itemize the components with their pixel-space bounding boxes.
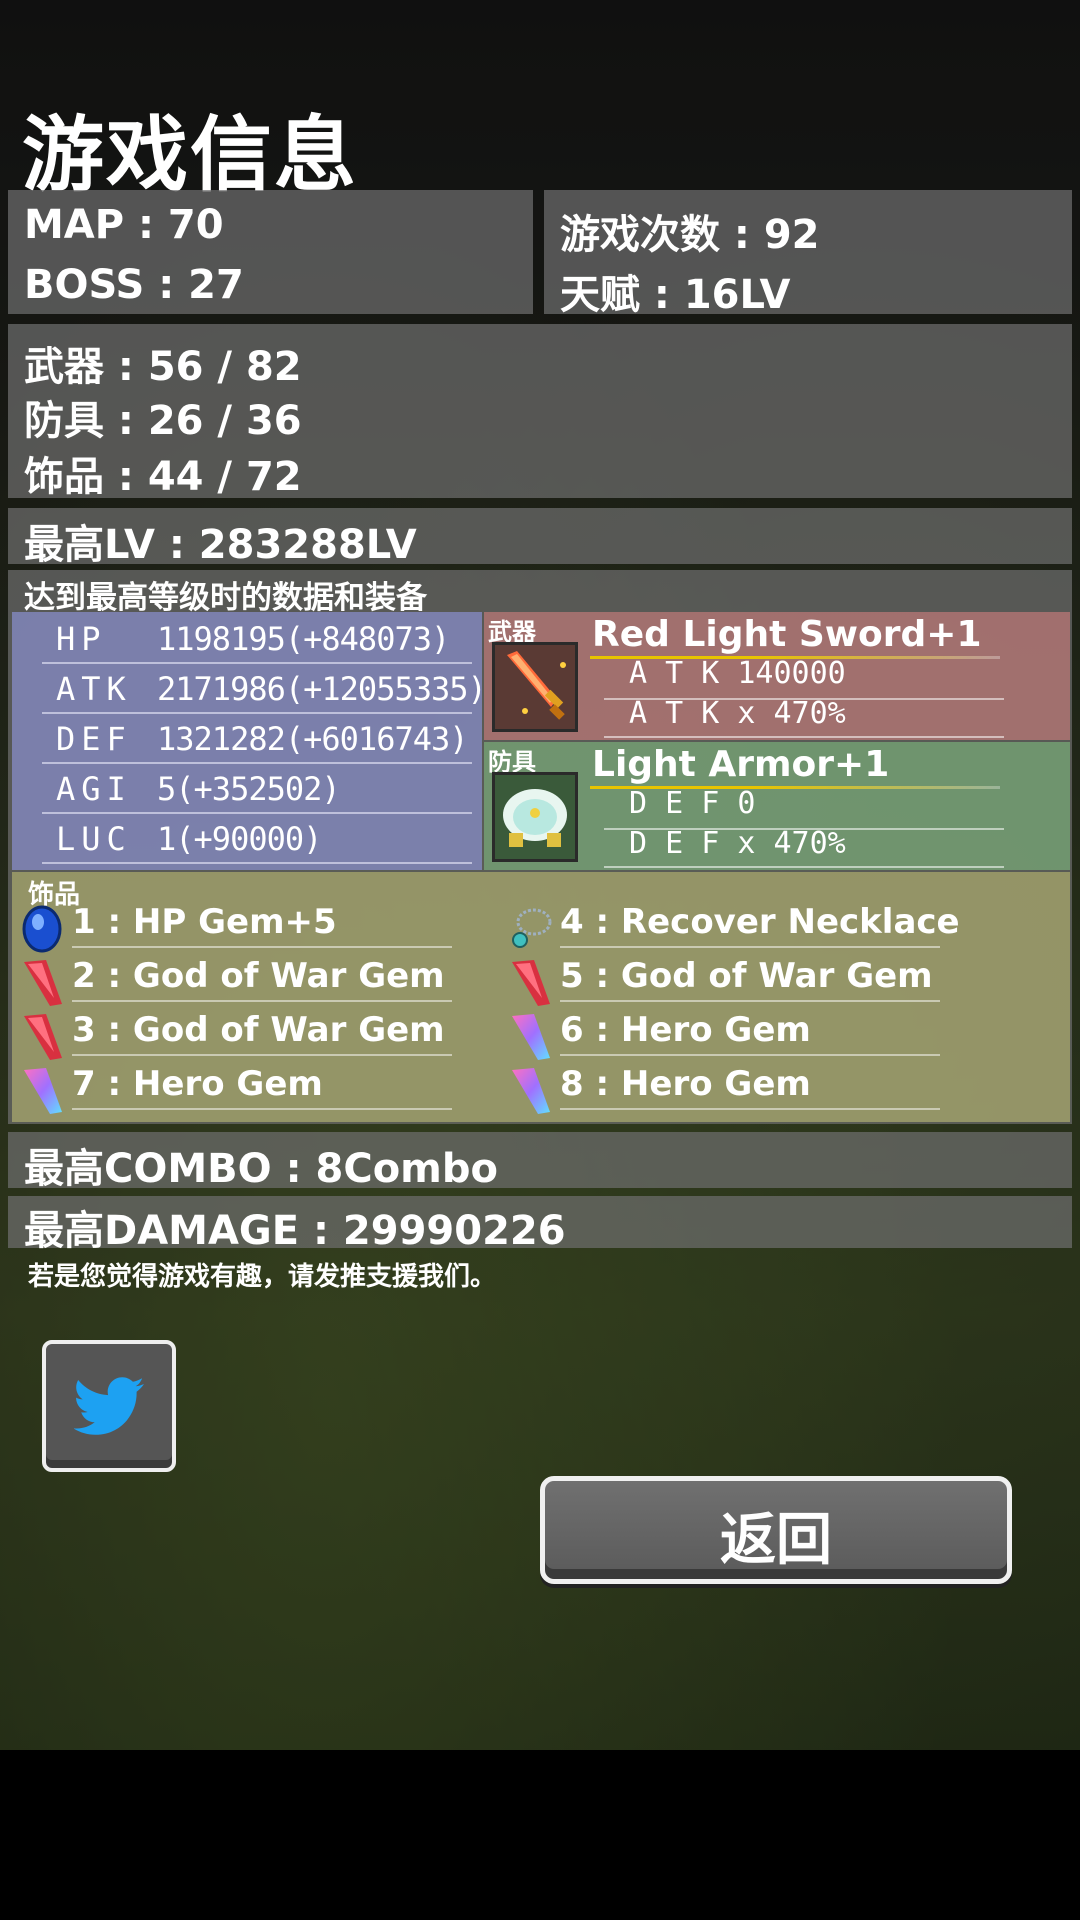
accessory-label: 2 : God of War Gem	[72, 956, 445, 996]
stat-value: 1321282(+6016743)	[157, 720, 469, 758]
accessory-label: 6 : Hero Gem	[560, 1010, 811, 1050]
accessory-label: 1 : HP Gem+5	[72, 902, 337, 942]
stat-value: 1(+90000)	[157, 820, 322, 858]
weapon-atk-multiplier: A T K x 470%	[629, 696, 846, 731]
accessory-label: 8 : Hero Gem	[560, 1064, 811, 1104]
rainbow-crystal-icon	[508, 1066, 552, 1114]
stat-key: LUC	[56, 820, 132, 858]
stat-key: HP	[56, 620, 107, 658]
divider	[560, 1054, 940, 1056]
divider	[72, 1054, 452, 1056]
divider	[560, 946, 940, 948]
stat-value: 1198195(+848073)	[157, 620, 450, 658]
weapon-name: Red Light Sword+1	[592, 614, 982, 655]
accessory-label: 7 : Hero Gem	[72, 1064, 323, 1104]
blue-gem-icon	[20, 904, 64, 953]
armor-def-multiplier: D E F x 470%	[629, 826, 846, 861]
sword-icon	[492, 642, 578, 732]
accessory-label: 3 : God of War Gem	[72, 1010, 445, 1050]
map-stat: MAP : 70	[24, 202, 224, 248]
divider	[604, 736, 1004, 738]
stat-row-luc: LUC 1(+90000)	[42, 818, 472, 864]
stat-row-atk: ATK 2171986(+12055335)	[42, 668, 487, 714]
stat-key: DEF	[56, 720, 132, 758]
armor-icon	[492, 772, 578, 862]
stat-row-def: DEF 1321282(+6016743)	[42, 718, 472, 764]
armor-def: D E F 0	[629, 786, 756, 821]
divider	[560, 1108, 940, 1110]
stat-key: AGI	[56, 770, 132, 808]
red-crystal-icon	[508, 958, 552, 1006]
armor-collected: 防具 : 26 / 36	[24, 398, 302, 444]
best-record-heading: 达到最高等级时的数据和装备	[24, 580, 427, 616]
stat-key: ATK	[56, 670, 132, 708]
weapon-box: 武器 Red Light Sword+1 A T K 140000 A T K …	[484, 612, 1070, 740]
play-count-stat: 游戏次数 : 92	[560, 212, 820, 258]
bottom-letterbox	[0, 1750, 1080, 1920]
rainbow-crystal-icon	[20, 1066, 64, 1114]
rainbow-crystal-icon	[508, 1012, 552, 1060]
weapon-atk: A T K 140000	[629, 656, 846, 691]
accessory-label: 4 : Recover Necklace	[560, 902, 960, 942]
necklace-icon	[508, 904, 552, 952]
max-combo: 最高COMBO : 8Combo	[24, 1146, 498, 1192]
stat-value: 2171986(+12055335)	[157, 670, 487, 708]
stat-row-hp: HP 1198195(+848073)	[42, 618, 472, 664]
red-crystal-icon	[20, 958, 64, 1006]
red-crystal-icon	[20, 1012, 64, 1060]
back-button[interactable]: 返回	[540, 1476, 1012, 1584]
armor-box: 防具 Light Armor+1 D E F 0 D E F x 470%	[484, 742, 1070, 870]
twitter-share-button[interactable]	[42, 1340, 176, 1472]
max-damage: 最高DAMAGE : 29990226	[24, 1208, 566, 1254]
boss-stat: BOSS : 27	[24, 262, 244, 308]
divider	[72, 1000, 452, 1002]
stat-row-agi: AGI 5(+352502)	[42, 768, 472, 814]
divider	[72, 1108, 452, 1110]
divider	[604, 866, 1004, 868]
accessories-collected: 饰品 : 44 / 72	[24, 454, 302, 500]
talent-stat: 天赋 : 16LV	[560, 272, 791, 318]
accessory-label: 5 : God of War Gem	[560, 956, 933, 996]
accessories-box: 饰品 1 : HP Gem+5 2 : God of War Gem 3 : G…	[12, 872, 1070, 1122]
weapons-collected: 武器 : 56 / 82	[24, 344, 302, 390]
divider	[72, 946, 452, 948]
stats-box: HP 1198195(+848073) ATK 2171986(+1205533…	[12, 612, 487, 870]
stat-value: 5(+352502)	[157, 770, 341, 808]
twitter-bird-icon	[73, 1376, 146, 1440]
max-level: 最高LV : 283288LV	[24, 522, 417, 568]
back-button-label: 返回	[720, 1508, 832, 1573]
divider	[560, 1000, 940, 1002]
share-notice: 若是您觉得游戏有趣，请发推支援我们。	[28, 1262, 497, 1292]
armor-name: Light Armor+1	[592, 744, 890, 785]
